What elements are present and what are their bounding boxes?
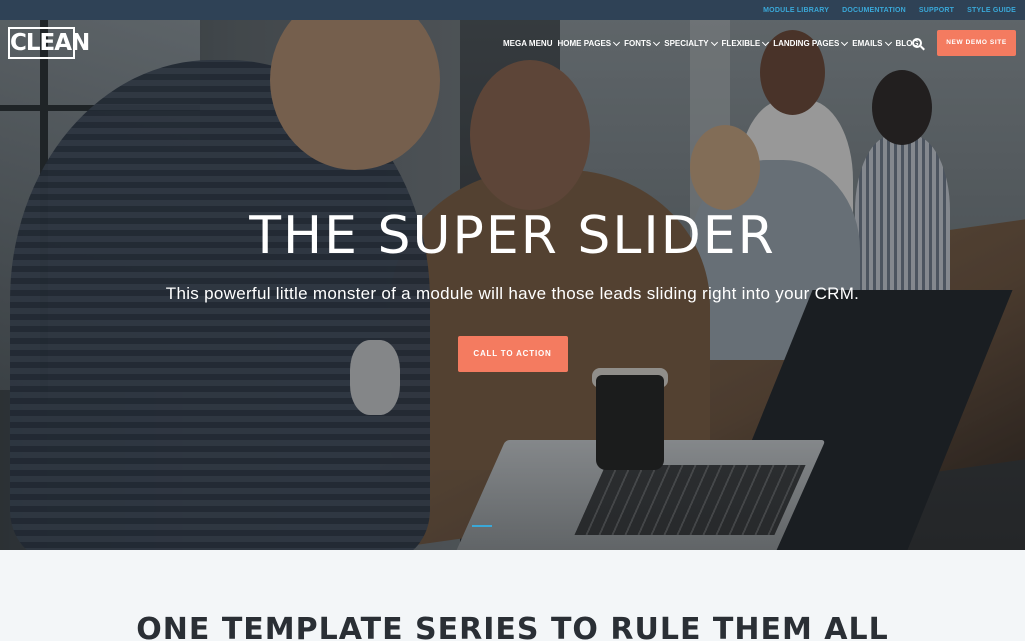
chevron-down-icon xyxy=(762,38,770,47)
chevron-down-icon xyxy=(710,38,718,47)
nav-item-label: HOME PAGES xyxy=(557,39,612,48)
utility-bar: MODULE LIBRARY DOCUMENTATION SUPPORT STY… xyxy=(0,0,1025,20)
hero-title: THE SUPER SLIDER xyxy=(249,206,776,266)
nav-item-label: SPECIALTY xyxy=(664,39,709,48)
nav-item-mega-menu[interactable]: MEGA MENU xyxy=(503,39,552,48)
nav-item-emails[interactable]: EMAILS xyxy=(852,38,892,48)
module-library-link[interactable]: MODULE LIBRARY xyxy=(763,7,829,14)
hero-content: THE SUPER SLIDER This powerful little mo… xyxy=(0,200,1025,372)
search-icon[interactable] xyxy=(912,38,925,51)
documentation-link[interactable]: DOCUMENTATION xyxy=(842,7,906,14)
main-nav: MEGA MENU HOME PAGES FONTS SPECIALTY FLE… xyxy=(503,38,919,48)
nav-item-label: FONTS xyxy=(624,39,652,48)
hero-subtitle: This powerful little monster of a module… xyxy=(165,284,860,303)
nav-item-flexible[interactable]: FLEXIBLE xyxy=(721,38,770,48)
nav-item-specialty[interactable]: SPECIALTY xyxy=(664,38,718,48)
nav-item-landing-pages[interactable]: LANDING PAGES xyxy=(773,38,849,48)
search-icon-handle xyxy=(920,45,925,51)
logo[interactable]: CLEAN xyxy=(8,27,90,59)
nav-item-label: LANDING PAGES xyxy=(773,39,840,48)
chevron-down-icon xyxy=(884,38,892,47)
support-link[interactable]: SUPPORT xyxy=(919,7,954,14)
section-title: ONE TEMPLATE SERIES TO RULE THEM ALL xyxy=(136,612,889,641)
chevron-down-icon xyxy=(653,38,661,47)
chevron-down-icon xyxy=(613,38,621,47)
nav-item-label: FLEXIBLE xyxy=(721,39,761,48)
nav-item-fonts[interactable]: FONTS xyxy=(624,38,661,48)
nav-item-label: EMAILS xyxy=(852,39,883,48)
site-header: CLEAN MEGA MENU HOME PAGES FONTS SPECIAL… xyxy=(0,20,1025,70)
nav-item-home-pages[interactable]: HOME PAGES xyxy=(557,38,621,48)
style-guide-link[interactable]: STYLE GUIDE xyxy=(967,7,1016,14)
hero-slider: THE SUPER SLIDER This powerful little mo… xyxy=(0,20,1025,550)
new-demo-site-button[interactable]: NEW DEMO SITE xyxy=(937,30,1016,56)
call-to-action-button[interactable]: CALL TO ACTION xyxy=(457,336,568,372)
chevron-down-icon xyxy=(841,38,849,47)
nav-item-label: MEGA MENU xyxy=(503,39,553,48)
slide-indicator[interactable] xyxy=(472,525,492,527)
